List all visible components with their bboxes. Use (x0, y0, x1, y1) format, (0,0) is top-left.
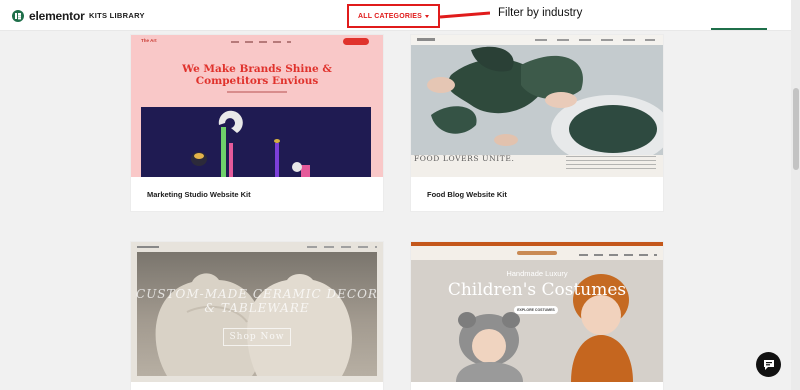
preview-kicker: Handmade Luxury (506, 269, 568, 278)
chat-bubble-icon (763, 359, 774, 370)
preview-cta (343, 38, 369, 45)
kit-preview-image: Custom-Made Ceramic Decor & Tableware Sh… (131, 242, 383, 382)
kit-card-food-blog[interactable]: FOOD LOVERS UNITE. Food Blog Website Kit (411, 35, 663, 211)
preview-paragraph-lines (566, 156, 656, 170)
preview-nav (411, 246, 663, 260)
preview-logo: The Art (141, 38, 157, 43)
kit-card-marketing-studio[interactable]: The Art We Make Brands Shine & Competito… (131, 35, 383, 211)
all-categories-dropdown[interactable]: ALL CATEGORIES (347, 4, 440, 28)
preview-hero-photo (411, 260, 663, 382)
preview-nav (411, 35, 663, 45)
preview-nav-links (535, 39, 655, 41)
page-scrollbar[interactable] (791, 0, 800, 390)
preview-cta-label: EXPLORE COSTUMES (517, 308, 555, 312)
preview-nav-links (307, 246, 377, 248)
scrollbar-thumb[interactable] (793, 88, 799, 170)
preview-nav-links (579, 254, 657, 256)
preview-logo (417, 38, 435, 41)
preview-cta: EXPLORE COSTUMES (514, 306, 558, 314)
brand[interactable]: elementor (12, 9, 85, 23)
kit-preview-image: FOOD LOVERS UNITE. (411, 35, 663, 177)
preview-headline: Children's Costumes (447, 280, 627, 300)
children-costumes-photo (411, 260, 663, 382)
kit-title: Marketing Studio Website Kit (147, 190, 251, 199)
active-tab-underline (711, 28, 767, 30)
all-categories-label: ALL CATEGORIES (358, 12, 422, 20)
preview-subline (227, 91, 287, 93)
kit-card-childrens-costumes[interactable]: Handmade Luxury Children's Costumes EXPL… (411, 242, 663, 390)
preview-headline: We Make Brands Shine & Competitors Envio… (182, 63, 332, 87)
preview-cta: Shop Now (223, 328, 291, 346)
top-header: elementor KITS LIBRARY ALL CATEGORIES Fi… (0, 0, 800, 31)
caret-down-icon (425, 14, 429, 18)
kits-library-label[interactable]: KITS LIBRARY (89, 11, 145, 20)
brand-name: elementor (29, 9, 85, 23)
preview-hero-photo (411, 45, 663, 165)
preview-caption: FOOD LOVERS UNITE. (414, 154, 515, 163)
kit-preview-image: Handmade Luxury Children's Costumes EXPL… (411, 242, 663, 382)
annotation-text: Filter by industry (498, 7, 583, 19)
annotation-arrow-line (440, 11, 490, 19)
kit-title: Food Blog Website Kit (427, 190, 507, 199)
abstract-shapes-illustration (191, 110, 310, 177)
chat-button[interactable] (756, 352, 781, 377)
kale-photo (411, 45, 663, 165)
kit-card-ceramics[interactable]: Custom-Made Ceramic Decor & Tableware Sh… (131, 242, 383, 390)
kit-preview-image: The Art We Make Brands Shine & Competito… (131, 35, 383, 177)
elementor-logo-icon (12, 10, 24, 22)
preview-logo (137, 246, 159, 248)
preview-cta-label: Shop Now (229, 332, 285, 342)
preview-hero-scene (141, 107, 371, 177)
preview-nav (131, 242, 383, 252)
preview-logo (517, 251, 557, 255)
preview-headline: Custom-Made Ceramic Decor & Tableware (136, 287, 378, 315)
preview-nav (231, 41, 291, 43)
